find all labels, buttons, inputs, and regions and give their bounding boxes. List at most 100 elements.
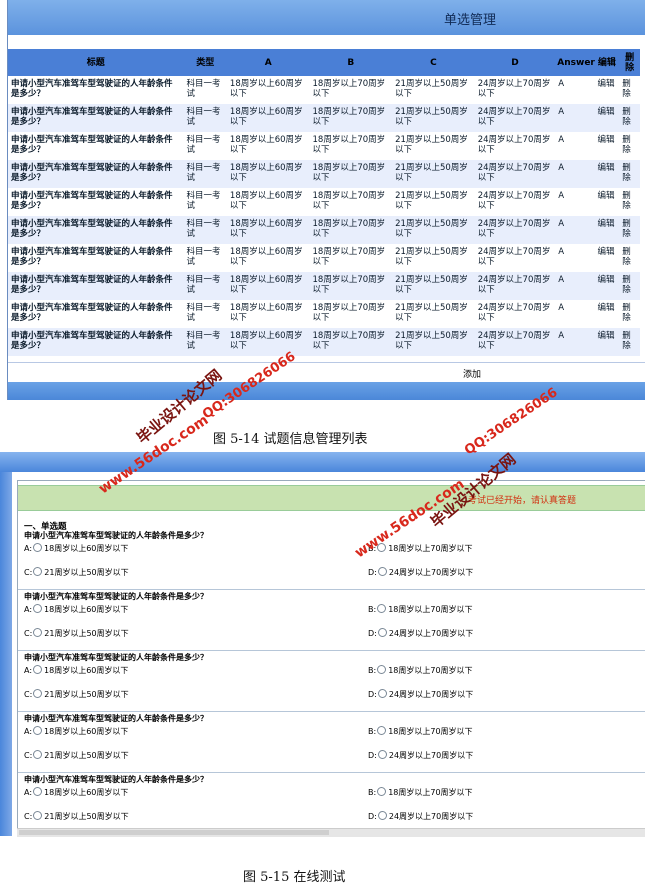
row-option-d-cell: 24周岁以上70周岁以下 [477,135,551,155]
option-b[interactable]: B: 18周岁以上70周岁以下 [368,726,473,737]
add-button[interactable]: 添加 [463,367,481,380]
option-c[interactable]: C: 21周岁以上50周岁以下 [24,750,129,761]
radio-button[interactable] [377,726,387,735]
row-answer-cell: A [555,216,595,244]
row-option-b-cell: 18周岁以上70周岁以下 [312,79,386,99]
radio-button[interactable] [33,628,43,637]
option-text: 21周岁以上50周岁以下 [44,629,129,638]
option-b[interactable]: B: 18周岁以上70周岁以下 [368,787,473,798]
delete-link[interactable]: 删除 [619,328,640,356]
delete-link[interactable]: 删除 [619,104,640,132]
option-a[interactable]: A: 18周岁以上60周岁以下 [24,665,128,676]
column-header-answer: Answer [555,49,595,76]
option-text: 18周岁以上70周岁以下 [388,788,473,797]
edit-link[interactable]: 编辑 [594,328,620,356]
option-b[interactable]: B: 18周岁以上70周岁以下 [368,665,473,676]
radio-button[interactable] [33,726,43,735]
exam-status-text: 考试已经开始，请认真答题 [467,496,576,506]
radio-button[interactable] [377,750,387,759]
edit-link[interactable]: 编辑 [595,76,620,104]
option-d[interactable]: D: 24周岁以上70周岁以下 [368,628,473,639]
row-title-cell: 申请小型汽车准驾车型驾驶证的人年龄条件是多少？ [11,135,173,155]
option-d[interactable]: D: 24周岁以上70周岁以下 [368,567,473,578]
option-c[interactable]: C: 21周岁以上50周岁以下 [24,567,129,578]
option-key: B: [368,605,377,614]
row-option-a-cell: 18周岁以上60周岁以下 [226,272,310,300]
window-side-bar [0,472,12,836]
radio-button[interactable] [377,787,387,796]
delete-link[interactable]: 删除 [619,188,640,216]
option-c[interactable]: C: 21周岁以上50周岁以下 [24,811,129,822]
delete-link[interactable]: 删除 [619,160,640,188]
radio-button[interactable] [33,665,43,674]
radio-button[interactable] [33,750,43,759]
option-a[interactable]: A: 18周岁以上60周岁以下 [24,787,128,798]
row-title-cell: 申请小型汽车准驾车型驾驶证的人年龄条件是多少？ [11,79,173,99]
delete-link[interactable]: 删除 [619,76,640,104]
option-b[interactable]: B: 18周岁以上70周岁以下 [368,604,473,615]
option-text: 21周岁以上50周岁以下 [44,751,129,760]
option-d[interactable]: D: 24周岁以上70周岁以下 [368,750,473,761]
scrollbar-thumb[interactable] [19,830,329,835]
radio-button[interactable] [33,787,43,796]
option-text: 24周岁以上70周岁以下 [388,568,474,577]
row-option-d-cell: 24周岁以上70周岁以下 [474,104,556,132]
row-type-cell: 科目一考试 [186,247,221,267]
option-d[interactable]: D: 24周岁以上70周岁以下 [368,811,473,822]
radio-button[interactable] [33,811,43,820]
option-key: C: [24,690,33,699]
option-a[interactable]: A: 18周岁以上60周岁以下 [24,543,128,554]
radio-button[interactable] [33,567,43,576]
horizontal-scrollbar[interactable] [17,828,645,837]
radio-button[interactable] [33,689,43,698]
row-option-b-cell: 18周岁以上70周岁以下 [309,328,393,356]
table-row: 申请小型汽车准驾车型驾驶证的人年龄条件是多少？ 科目一考试 18周岁以上60周岁以下… [8,328,640,356]
radio-button[interactable] [33,604,43,613]
radio-button[interactable] [377,665,387,674]
radio-button[interactable] [377,604,387,613]
table-row: 申请小型汽车准驾车型驾驶证的人年龄条件是多少？ 科目一考试 18周岁以上60周岁以下… [8,300,640,328]
row-option-d-cell: 24周岁以上70周岁以下 [477,247,551,267]
option-d[interactable]: D: 24周岁以上70周岁以下 [368,689,473,700]
row-option-b-cell: 18周岁以上70周岁以下 [309,272,393,300]
option-c[interactable]: C: 21周岁以上50周岁以下 [24,689,129,700]
edit-link[interactable]: 编辑 [595,188,620,216]
option-a[interactable]: A: 18周岁以上60周岁以下 [24,726,128,737]
delete-link[interactable]: 删除 [619,132,640,160]
option-key: D: [368,690,377,699]
radio-button[interactable] [377,811,387,820]
edit-link[interactable]: 编辑 [595,244,620,272]
edit-link[interactable]: 编辑 [595,300,620,328]
option-a[interactable]: A: 18周岁以上60周岁以下 [24,604,128,615]
radio-button[interactable] [377,567,387,576]
row-option-d-cell: 24周岁以上70周岁以下 [477,191,551,211]
edit-link[interactable]: 编辑 [595,132,620,160]
option-key: A: [24,727,33,736]
page-title: 单选管理 [443,13,496,28]
row-title-cell: 申请小型汽车准驾车型驾驶证的人年龄条件是多少？ [8,216,184,244]
radio-button[interactable] [377,689,387,698]
row-option-a-cell: 18周岁以上60周岁以下 [229,79,303,99]
delete-link[interactable]: 删除 [619,272,640,300]
row-option-c-cell: 21周岁以上50周岁以下 [392,216,475,244]
delete-link[interactable]: 删除 [619,244,640,272]
question-text: 申请小型汽车准驾车型驾驶证的人年龄条件是多少？ [24,653,208,662]
table-row: 申请小型汽车准驾车型驾驶证的人年龄条件是多少？ 科目一考试 18周岁以上60周岁以下… [8,76,640,104]
edit-link[interactable]: 编辑 [594,272,620,300]
question-item: 申请小型汽车准驾车型驾驶证的人年龄条件是多少？ A: 18周岁以上60周岁以下 B: 1… [18,712,645,773]
radio-button[interactable] [377,628,387,637]
delete-link[interactable]: 删除 [619,216,640,244]
row-option-d-cell: 24周岁以上70周岁以下 [474,216,556,244]
edit-link[interactable]: 编辑 [594,160,620,188]
row-title-cell: 申请小型汽车准驾车型驾驶证的人年龄条件是多少？ [11,247,173,267]
option-c[interactable]: C: 21周岁以上50周岁以下 [24,628,129,639]
edit-link[interactable]: 编辑 [594,104,620,132]
radio-button[interactable] [33,543,43,552]
row-type-cell: 科目一考试 [183,104,227,132]
row-option-c-cell: 21周岁以上50周岁以下 [395,247,468,267]
edit-link[interactable]: 编辑 [594,216,620,244]
delete-link[interactable]: 删除 [619,300,640,328]
column-header-type: 类型 [183,49,227,76]
column-header-title: 标题 [8,49,184,76]
exam-panel: 考试已经开始，请认真答题 一、单选题 申请小型汽车准驾车型驾驶证的人年龄条件是多… [17,480,645,834]
